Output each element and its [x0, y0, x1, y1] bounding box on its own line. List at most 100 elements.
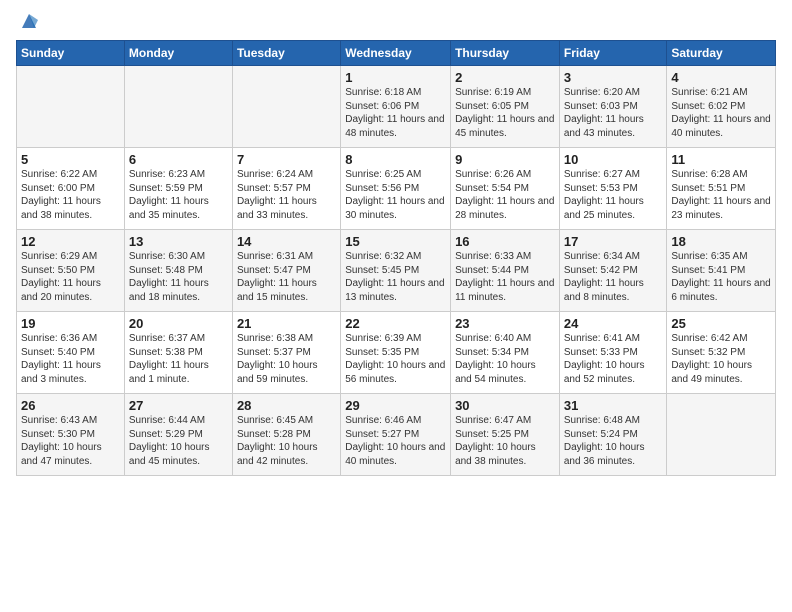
day-cell: 28Sunrise: 6:45 AMSunset: 5:28 PMDayligh… — [232, 394, 340, 476]
day-number: 12 — [21, 234, 120, 249]
day-info: Sunrise: 6:37 AMSunset: 5:38 PMDaylight:… — [129, 332, 228, 386]
day-cell: 23Sunrise: 6:40 AMSunset: 5:34 PMDayligh… — [451, 312, 560, 394]
day-cell: 30Sunrise: 6:47 AMSunset: 5:25 PMDayligh… — [451, 394, 560, 476]
page: SundayMondayTuesdayWednesdayThursdayFrid… — [0, 0, 792, 612]
weekday-saturday: Saturday — [667, 41, 776, 66]
day-number: 11 — [671, 152, 771, 167]
day-number: 17 — [564, 234, 663, 249]
day-cell: 13Sunrise: 6:30 AMSunset: 5:48 PMDayligh… — [124, 230, 232, 312]
day-cell — [667, 394, 776, 476]
day-number: 25 — [671, 316, 771, 331]
day-info: Sunrise: 6:36 AMSunset: 5:40 PMDaylight:… — [21, 332, 120, 386]
day-number: 26 — [21, 398, 120, 413]
day-number: 30 — [455, 398, 555, 413]
day-number: 6 — [129, 152, 228, 167]
day-cell — [17, 66, 125, 148]
day-info: Sunrise: 6:38 AMSunset: 5:37 PMDaylight:… — [237, 332, 336, 386]
day-info: Sunrise: 6:44 AMSunset: 5:29 PMDaylight:… — [129, 414, 228, 468]
day-info: Sunrise: 6:33 AMSunset: 5:44 PMDaylight:… — [455, 250, 555, 304]
day-cell: 18Sunrise: 6:35 AMSunset: 5:41 PMDayligh… — [667, 230, 776, 312]
day-info: Sunrise: 6:45 AMSunset: 5:28 PMDaylight:… — [237, 414, 336, 468]
day-cell: 4Sunrise: 6:21 AMSunset: 6:02 PMDaylight… — [667, 66, 776, 148]
logo-icon — [18, 10, 40, 32]
day-info: Sunrise: 6:35 AMSunset: 5:41 PMDaylight:… — [671, 250, 771, 304]
day-cell: 3Sunrise: 6:20 AMSunset: 6:03 PMDaylight… — [559, 66, 667, 148]
day-number: 29 — [345, 398, 446, 413]
day-info: Sunrise: 6:29 AMSunset: 5:50 PMDaylight:… — [21, 250, 120, 304]
day-info: Sunrise: 6:32 AMSunset: 5:45 PMDaylight:… — [345, 250, 446, 304]
day-info: Sunrise: 6:47 AMSunset: 5:25 PMDaylight:… — [455, 414, 555, 468]
day-number: 7 — [237, 152, 336, 167]
day-info: Sunrise: 6:43 AMSunset: 5:30 PMDaylight:… — [21, 414, 120, 468]
weekday-wednesday: Wednesday — [341, 41, 451, 66]
day-cell: 9Sunrise: 6:26 AMSunset: 5:54 PMDaylight… — [451, 148, 560, 230]
day-number: 13 — [129, 234, 228, 249]
day-cell: 21Sunrise: 6:38 AMSunset: 5:37 PMDayligh… — [232, 312, 340, 394]
day-number: 5 — [21, 152, 120, 167]
day-cell: 17Sunrise: 6:34 AMSunset: 5:42 PMDayligh… — [559, 230, 667, 312]
day-number: 3 — [564, 70, 663, 85]
day-info: Sunrise: 6:22 AMSunset: 6:00 PMDaylight:… — [21, 168, 120, 222]
day-info: Sunrise: 6:24 AMSunset: 5:57 PMDaylight:… — [237, 168, 336, 222]
day-number: 16 — [455, 234, 555, 249]
day-info: Sunrise: 6:31 AMSunset: 5:47 PMDaylight:… — [237, 250, 336, 304]
day-number: 14 — [237, 234, 336, 249]
day-cell: 26Sunrise: 6:43 AMSunset: 5:30 PMDayligh… — [17, 394, 125, 476]
day-info: Sunrise: 6:48 AMSunset: 5:24 PMDaylight:… — [564, 414, 663, 468]
day-cell: 24Sunrise: 6:41 AMSunset: 5:33 PMDayligh… — [559, 312, 667, 394]
week-row-4: 19Sunrise: 6:36 AMSunset: 5:40 PMDayligh… — [17, 312, 776, 394]
day-cell: 22Sunrise: 6:39 AMSunset: 5:35 PMDayligh… — [341, 312, 451, 394]
day-cell: 29Sunrise: 6:46 AMSunset: 5:27 PMDayligh… — [341, 394, 451, 476]
day-cell: 31Sunrise: 6:48 AMSunset: 5:24 PMDayligh… — [559, 394, 667, 476]
day-info: Sunrise: 6:20 AMSunset: 6:03 PMDaylight:… — [564, 86, 663, 140]
day-number: 28 — [237, 398, 336, 413]
day-info: Sunrise: 6:46 AMSunset: 5:27 PMDaylight:… — [345, 414, 446, 468]
day-number: 18 — [671, 234, 771, 249]
day-number: 22 — [345, 316, 446, 331]
day-info: Sunrise: 6:39 AMSunset: 5:35 PMDaylight:… — [345, 332, 446, 386]
day-number: 23 — [455, 316, 555, 331]
weekday-tuesday: Tuesday — [232, 41, 340, 66]
day-number: 15 — [345, 234, 446, 249]
day-info: Sunrise: 6:28 AMSunset: 5:51 PMDaylight:… — [671, 168, 771, 222]
day-cell: 5Sunrise: 6:22 AMSunset: 6:00 PMDaylight… — [17, 148, 125, 230]
weekday-friday: Friday — [559, 41, 667, 66]
week-row-5: 26Sunrise: 6:43 AMSunset: 5:30 PMDayligh… — [17, 394, 776, 476]
header — [16, 10, 776, 32]
day-cell: 27Sunrise: 6:44 AMSunset: 5:29 PMDayligh… — [124, 394, 232, 476]
day-info: Sunrise: 6:34 AMSunset: 5:42 PMDaylight:… — [564, 250, 663, 304]
day-cell: 12Sunrise: 6:29 AMSunset: 5:50 PMDayligh… — [17, 230, 125, 312]
weekday-monday: Monday — [124, 41, 232, 66]
day-number: 21 — [237, 316, 336, 331]
day-number: 4 — [671, 70, 771, 85]
weekday-thursday: Thursday — [451, 41, 560, 66]
day-cell: 25Sunrise: 6:42 AMSunset: 5:32 PMDayligh… — [667, 312, 776, 394]
day-number: 20 — [129, 316, 228, 331]
day-number: 31 — [564, 398, 663, 413]
weekday-sunday: Sunday — [17, 41, 125, 66]
day-cell — [232, 66, 340, 148]
day-cell: 2Sunrise: 6:19 AMSunset: 6:05 PMDaylight… — [451, 66, 560, 148]
day-info: Sunrise: 6:23 AMSunset: 5:59 PMDaylight:… — [129, 168, 228, 222]
logo — [16, 10, 40, 32]
day-cell: 15Sunrise: 6:32 AMSunset: 5:45 PMDayligh… — [341, 230, 451, 312]
day-number: 24 — [564, 316, 663, 331]
day-info: Sunrise: 6:21 AMSunset: 6:02 PMDaylight:… — [671, 86, 771, 140]
day-cell: 19Sunrise: 6:36 AMSunset: 5:40 PMDayligh… — [17, 312, 125, 394]
calendar: SundayMondayTuesdayWednesdayThursdayFrid… — [16, 40, 776, 476]
day-cell: 16Sunrise: 6:33 AMSunset: 5:44 PMDayligh… — [451, 230, 560, 312]
day-cell — [124, 66, 232, 148]
week-row-2: 5Sunrise: 6:22 AMSunset: 6:00 PMDaylight… — [17, 148, 776, 230]
day-cell: 20Sunrise: 6:37 AMSunset: 5:38 PMDayligh… — [124, 312, 232, 394]
day-info: Sunrise: 6:26 AMSunset: 5:54 PMDaylight:… — [455, 168, 555, 222]
day-info: Sunrise: 6:18 AMSunset: 6:06 PMDaylight:… — [345, 86, 446, 140]
day-number: 10 — [564, 152, 663, 167]
day-info: Sunrise: 6:25 AMSunset: 5:56 PMDaylight:… — [345, 168, 446, 222]
week-row-1: 1Sunrise: 6:18 AMSunset: 6:06 PMDaylight… — [17, 66, 776, 148]
day-info: Sunrise: 6:27 AMSunset: 5:53 PMDaylight:… — [564, 168, 663, 222]
day-info: Sunrise: 6:30 AMSunset: 5:48 PMDaylight:… — [129, 250, 228, 304]
day-info: Sunrise: 6:19 AMSunset: 6:05 PMDaylight:… — [455, 86, 555, 140]
day-cell: 1Sunrise: 6:18 AMSunset: 6:06 PMDaylight… — [341, 66, 451, 148]
day-number: 8 — [345, 152, 446, 167]
day-cell: 10Sunrise: 6:27 AMSunset: 5:53 PMDayligh… — [559, 148, 667, 230]
